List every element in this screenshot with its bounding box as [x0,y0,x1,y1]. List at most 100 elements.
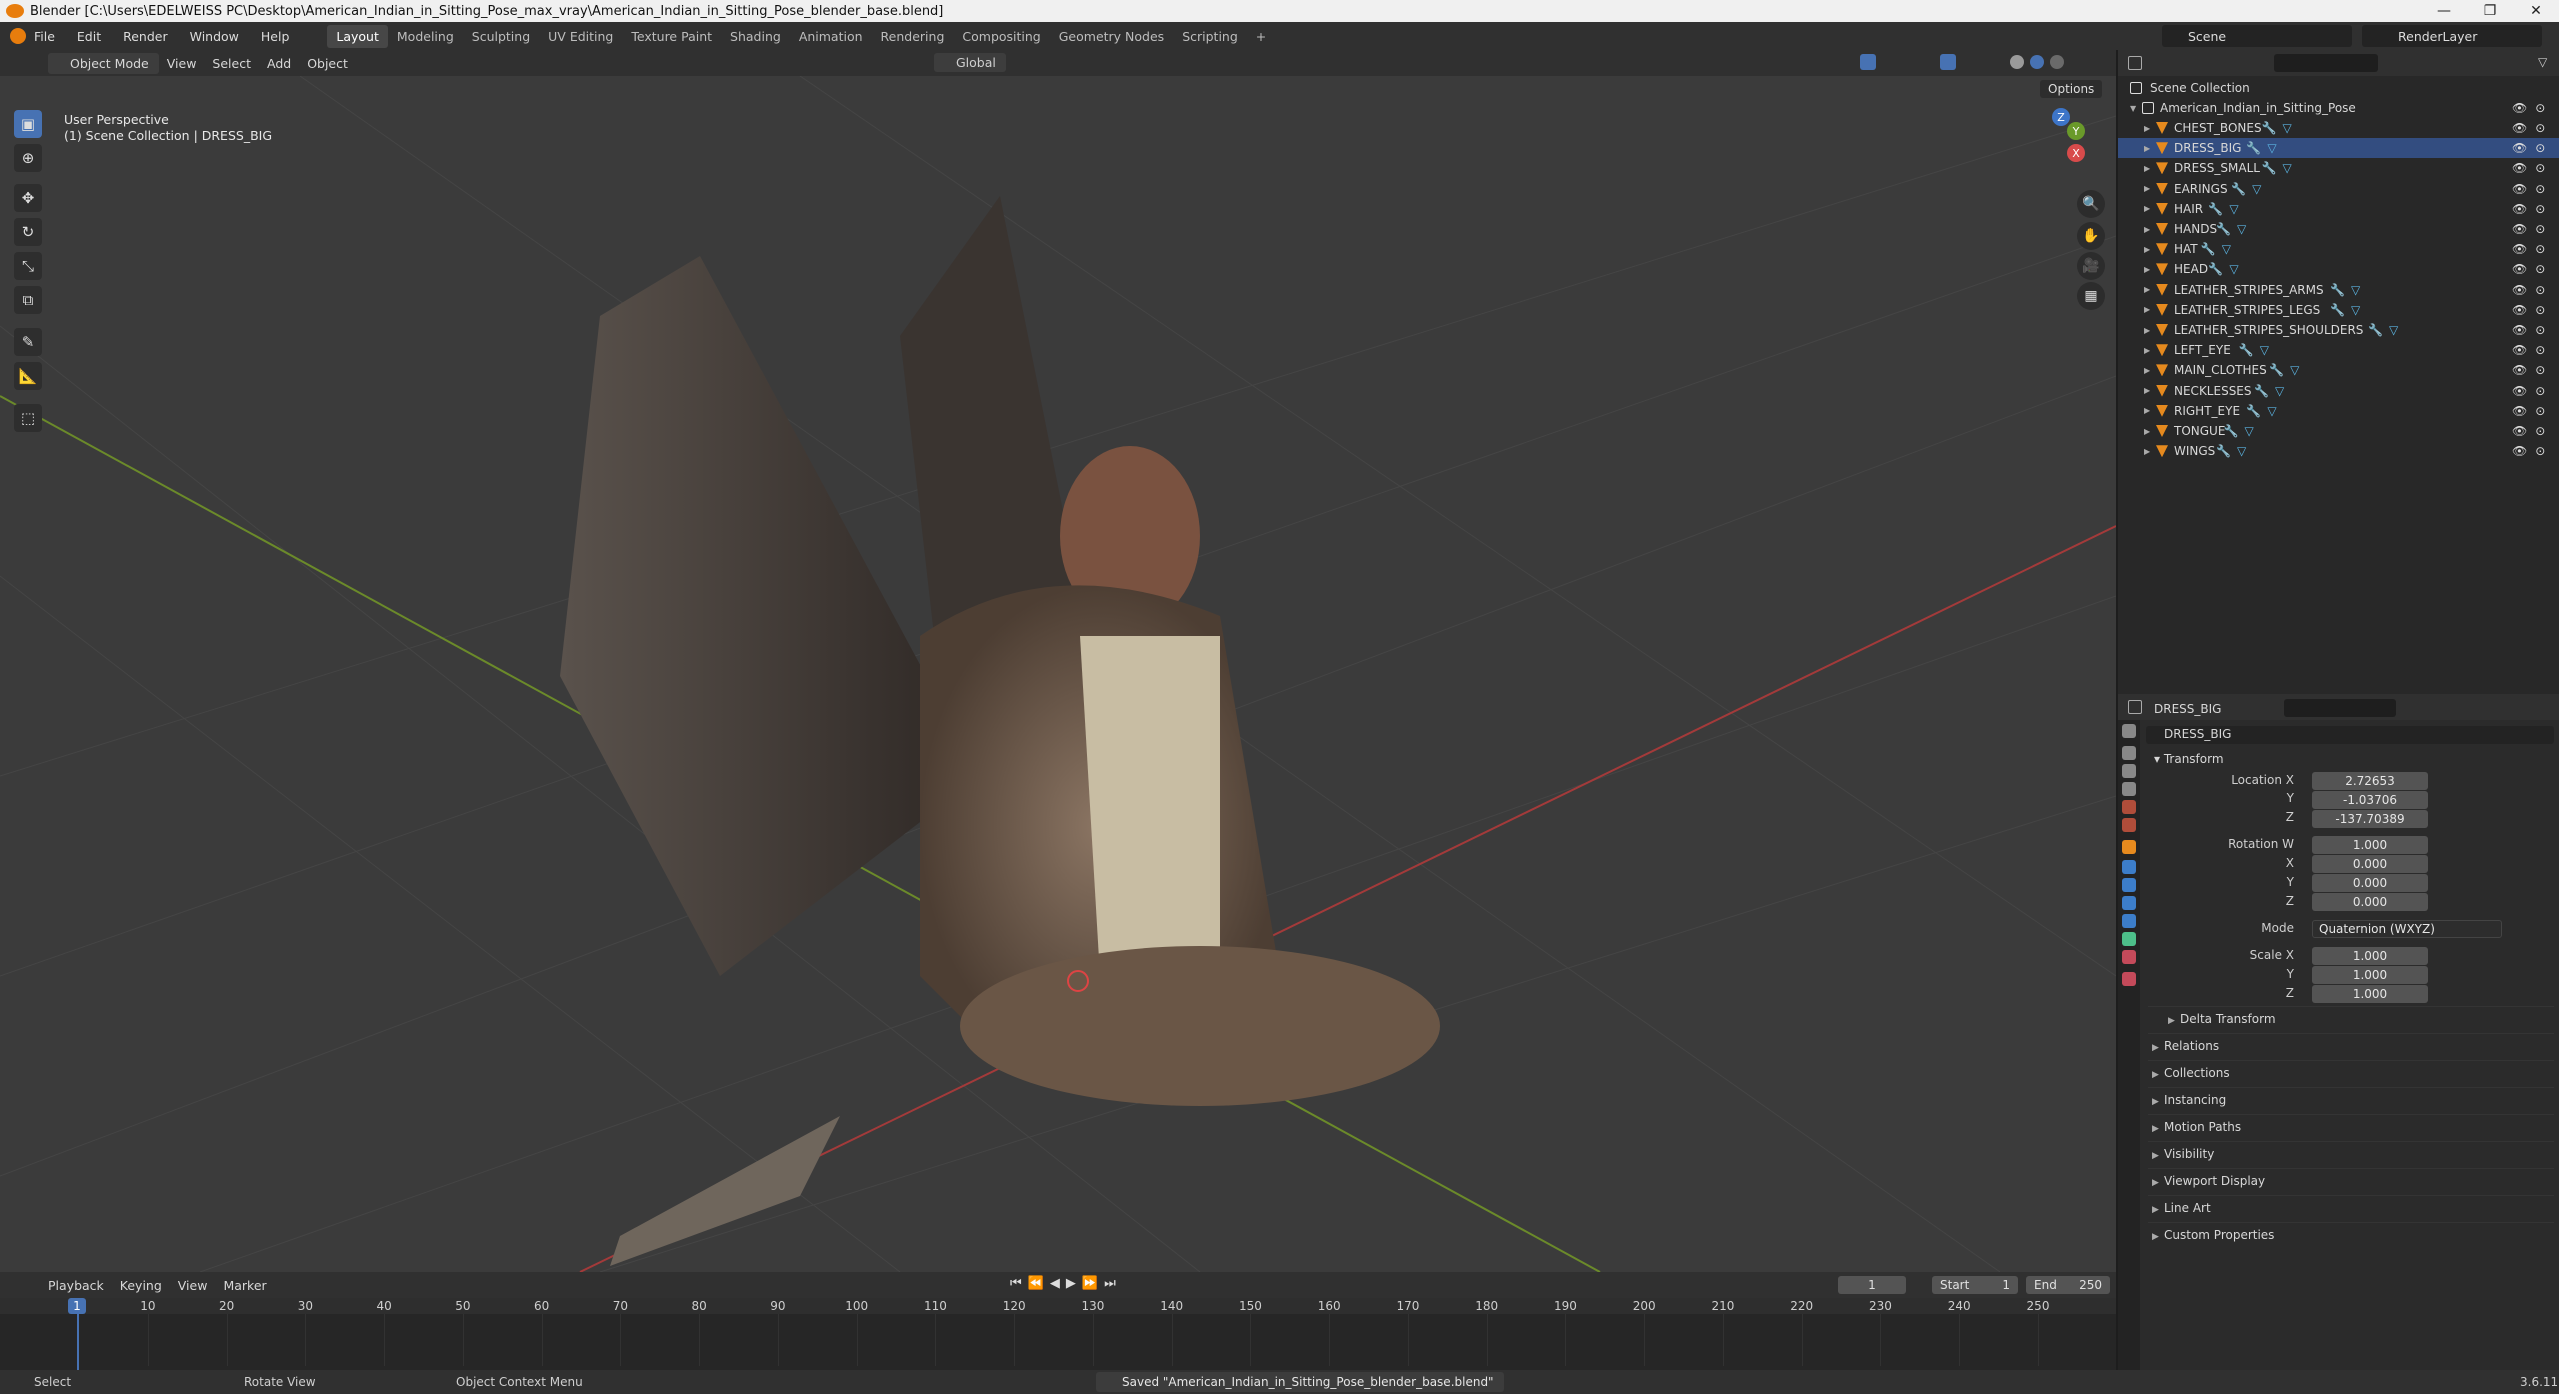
visibility-icons[interactable]: 👁⊙ [2512,242,2553,256]
rotation-z-field[interactable]: 0.000 [2312,893,2428,911]
properties-section-motion-paths[interactable]: ▶ Motion Paths [2152,1120,2241,1134]
expand-triangle-icon[interactable]: ▶ [2144,346,2150,355]
editor-type-icon[interactable] [2128,56,2142,70]
visibility-icons[interactable]: 👁⊙ [2512,303,2553,317]
filter-icon[interactable]: ▽ [2538,55,2547,69]
expand-triangle-icon[interactable]: ▶ [2144,204,2150,213]
scale-z-field[interactable]: 1.000 [2312,985,2428,1003]
outliner-item[interactable]: ▶ DRESS_SMALL 👁⊙ 🔧▽ [2118,158,2559,178]
visibility-icons[interactable]: 👁⊙ [2512,424,2553,438]
outliner-item[interactable]: ▶ HEAD 👁⊙ 🔧▽ [2118,259,2559,279]
modifier-data-icons[interactable]: 🔧▽ [2231,182,2267,196]
visibility-icons[interactable]: 👁⊙ [2512,323,2553,337]
rotate-icon[interactable]: ↻ [14,218,42,246]
outliner-item[interactable]: ▶ HAT 👁⊙ 🔧▽ [2118,239,2559,259]
visibility-icons[interactable]: 👁⊙ [2512,141,2553,155]
outliner-item[interactable]: ▶ NECKLESSES 👁⊙ 🔧▽ [2118,381,2559,401]
visibility-icons[interactable]: 👁⊙ [2512,343,2553,357]
rotation-y-field[interactable]: 0.000 [2312,874,2428,892]
visibility-icons[interactable]: 👁⊙ [2512,121,2553,135]
render-layer-selector[interactable]: RenderLayer [2362,25,2542,47]
visibility-icons[interactable]: 👁⊙ [2512,202,2553,216]
tab-geometry-nodes[interactable]: Geometry Nodes [1050,25,1173,48]
expand-triangle-icon[interactable]: ▶ [2144,386,2150,395]
modifier-data-icons[interactable]: 🔧▽ [2216,444,2252,458]
close-button[interactable]: ✕ [2513,0,2559,22]
tab-texture-paint[interactable]: Texture Paint [622,25,721,48]
view-layer-tab-icon[interactable] [2122,782,2136,796]
outliner-item[interactable]: ▶ HAIR 👁⊙ 🔧▽ [2118,199,2559,219]
transform-orientation-dropdown[interactable]: Global [934,53,1006,72]
object-menu[interactable]: Object [299,53,356,74]
visibility-icons[interactable]: 👁⊙ [2512,161,2553,175]
properties-section-relations[interactable]: ▶ Relations [2152,1039,2219,1053]
object-tab-icon[interactable] [2122,840,2136,854]
outliner-collection-row[interactable]: ▼ American_Indian_in_Sitting_Pose 👁⊙ [2118,98,2559,118]
visibility-icons[interactable]: 👁⊙ [2512,262,2553,276]
measure-icon[interactable]: 📐 [14,362,42,390]
modifier-data-icons[interactable]: 🔧▽ [2208,202,2244,216]
expand-triangle-icon[interactable]: ▶ [2144,305,2150,314]
outliner-item[interactable]: ▶ LEATHER_STRIPES_SHOULDERS 👁⊙ 🔧▽ [2118,320,2559,340]
current-frame-field[interactable]: 1 [1838,1276,1906,1294]
playback-menu[interactable]: Playback [40,1276,112,1295]
rotation-w-field[interactable]: 1.000 [2312,836,2428,854]
modifier-data-icons[interactable]: 🔧▽ [2239,343,2275,357]
expand-triangle-icon[interactable]: ▶ [2144,447,2150,456]
modifier-tab-icon[interactable] [2122,860,2136,874]
properties-editor-type-icon[interactable] [2128,700,2142,714]
modifier-data-icons[interactable]: 🔧▽ [2262,161,2298,175]
menu-file[interactable]: File [34,29,55,44]
outliner-item[interactable]: ▶ WINGS 👁⊙ 🔧▽ [2118,441,2559,461]
outliner-item[interactable]: ▶ EARINGS 👁⊙ 🔧▽ [2118,179,2559,199]
outliner-item[interactable]: ▶ RIGHT_EYE 👁⊙ 🔧▽ [2118,401,2559,421]
modifier-data-icons[interactable]: 🔧▽ [2330,303,2366,317]
outliner-item[interactable]: ▶ LEATHER_STRIPES_LEGS 👁⊙ 🔧▽ [2118,300,2559,320]
gizmo-x-axis[interactable]: X [2067,144,2085,162]
visibility-icons[interactable]: 👁⊙ [2512,283,2553,297]
pan-hand-icon[interactable]: ✋ [2077,222,2105,250]
constraints-tab-icon[interactable] [2122,914,2136,928]
expand-triangle-icon[interactable]: ▶ [2144,366,2150,375]
expand-triangle-icon[interactable]: ▶ [2144,225,2150,234]
properties-section-instancing[interactable]: ▶ Instancing [2152,1093,2226,1107]
3d-viewport[interactable]: User Perspective (1) Scene Collection | … [0,76,2116,1272]
world-tab-icon[interactable] [2122,818,2136,832]
modifier-data-icons[interactable]: 🔧▽ [2208,262,2244,276]
location-y-field[interactable]: -1.03706 [2312,791,2428,809]
ortho-toggle-icon[interactable]: ▦ [2077,282,2105,310]
annotate-icon[interactable]: ✎ [14,328,42,356]
properties-search-input[interactable] [2284,699,2396,717]
modifier-data-icons[interactable]: 🔧▽ [2246,141,2282,155]
maximize-button[interactable]: ❐ [2467,0,2513,22]
visibility-icons[interactable]: 👁⊙ [2512,363,2553,377]
expand-triangle-icon[interactable]: ▶ [2144,265,2150,274]
current-frame-marker[interactable]: 1 [68,1298,86,1314]
properties-section-viewport-display[interactable]: ▶ Viewport Display [2152,1174,2265,1188]
navigation-gizmo[interactable]: X Y Z [2030,108,2100,180]
tab-shading[interactable]: Shading [721,25,790,48]
properties-section-line-art[interactable]: ▶ Line Art [2152,1201,2211,1215]
properties-section-delta-transform[interactable]: ▶ Delta Transform [2168,1012,2276,1026]
outliner-item[interactable]: ▶ MAIN_CLOTHES 👁⊙ 🔧▽ [2118,360,2559,380]
tab-layout[interactable]: Layout [327,24,388,48]
rendered-shading-icon[interactable] [2050,55,2064,69]
add-menu[interactable]: Add [259,53,299,74]
start-frame-field[interactable]: Start 1 [1932,1276,2018,1294]
timeline-area[interactable]: 1 10 20 30 40 50 60 70 80 90 100 110 120 130 140 150 16… [0,1298,2116,1370]
object-mode-dropdown[interactable]: Object Mode [48,52,159,74]
options-dropdown[interactable]: Options [2040,80,2103,98]
rotation-x-field[interactable]: 0.000 [2312,855,2428,873]
expand-triangle-icon[interactable]: ▶ [2144,285,2150,294]
gizmo-toggle-icon[interactable] [1860,54,1876,70]
properties-section-visibility[interactable]: ▶ Visibility [2152,1147,2214,1161]
add-cube-icon[interactable]: ⬚ [14,404,42,432]
modifier-data-icons[interactable]: 🔧▽ [2216,222,2252,236]
marker-menu[interactable]: Marker [215,1276,274,1295]
transform-icon[interactable]: ⧉ [14,286,42,314]
select-menu[interactable]: Select [204,53,259,74]
visibility-icons[interactable]: 👁⊙ [2512,384,2553,398]
expand-triangle-icon[interactable]: ▶ [2144,144,2150,153]
outliner-item[interactable]: ▶ HANDS 👁⊙ 🔧▽ [2118,219,2559,239]
menu-help[interactable]: Help [261,29,290,44]
